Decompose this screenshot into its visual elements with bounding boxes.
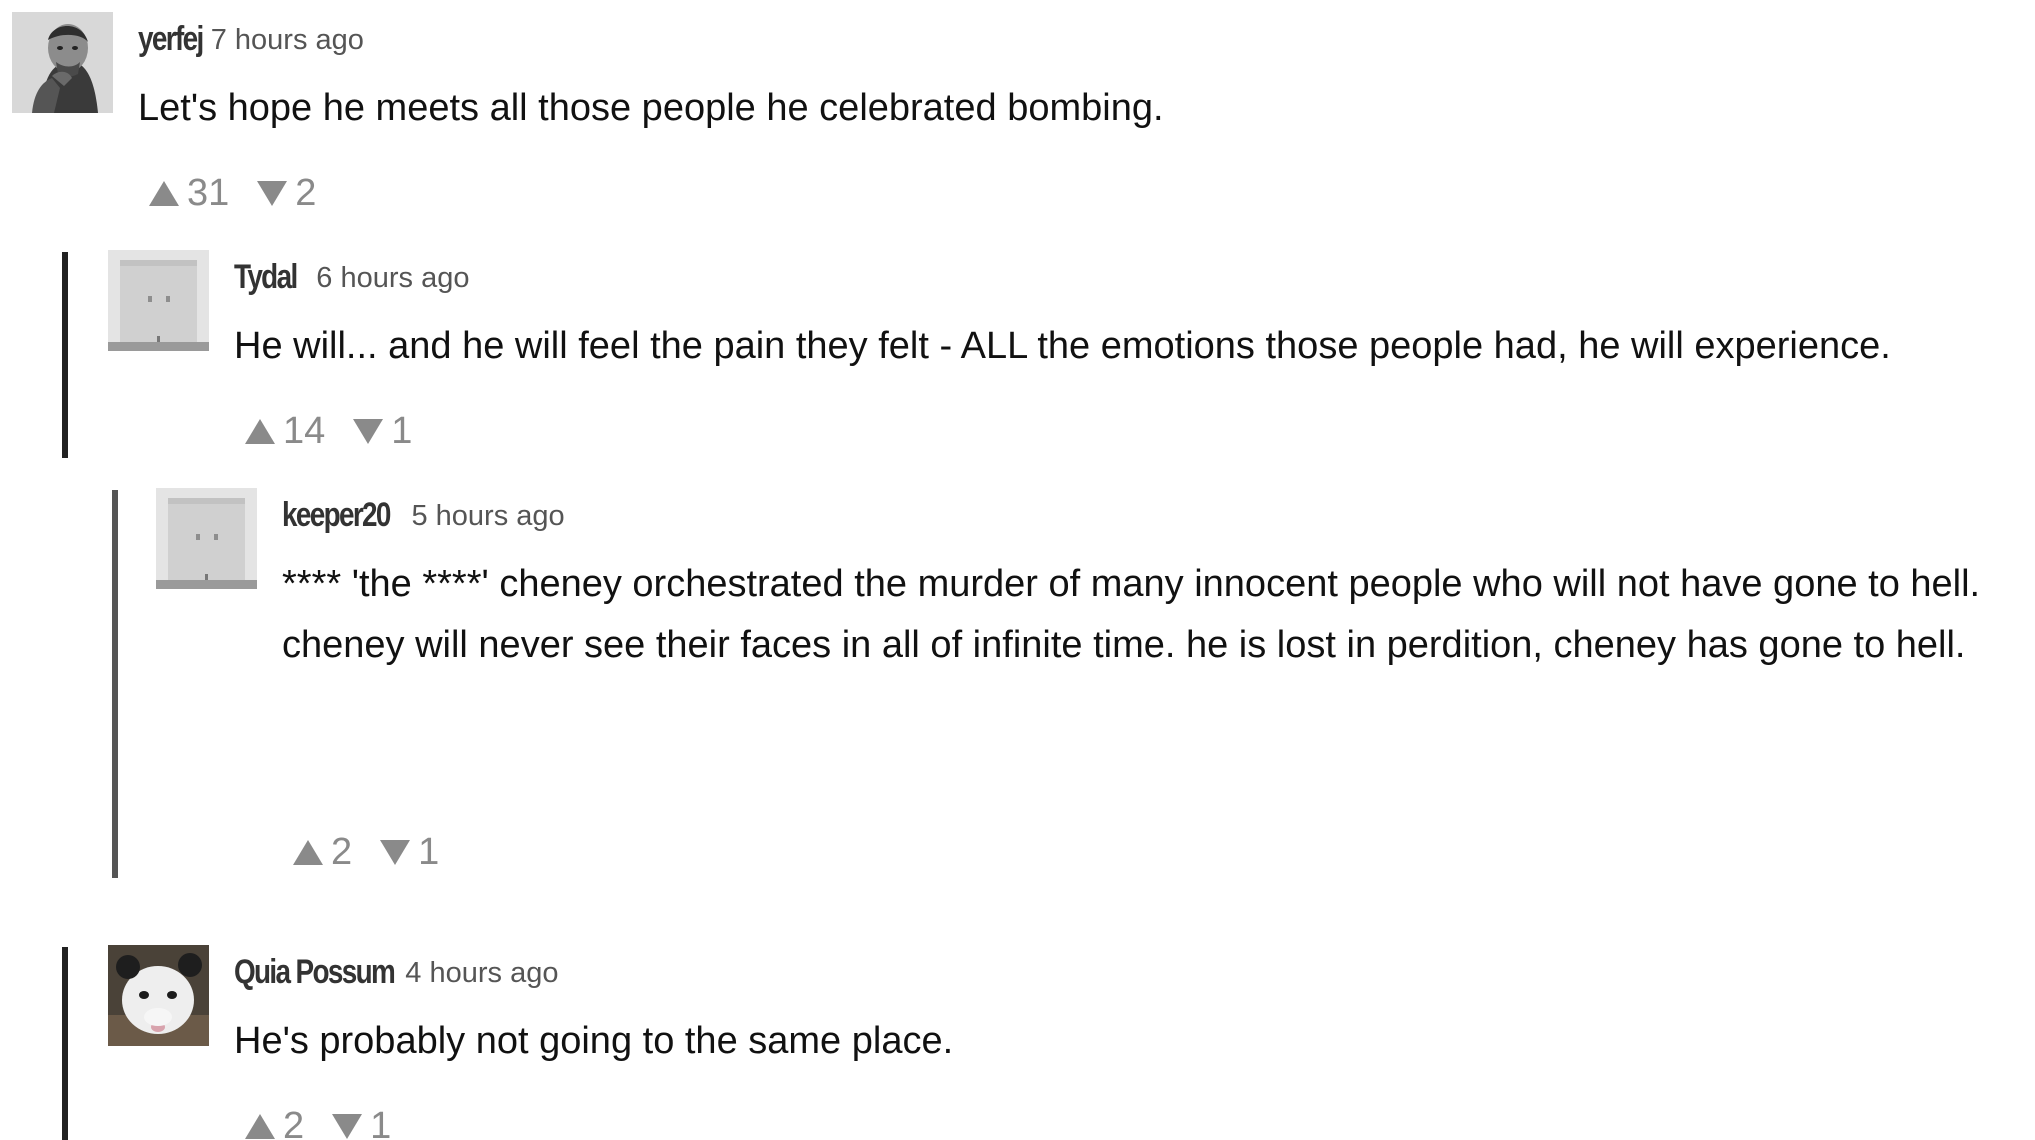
downvote-button[interactable]: 1: [353, 410, 412, 453]
upvote-button[interactable]: 14: [245, 410, 325, 453]
comment-meta: Quia Possum 4 hours ago: [234, 945, 2008, 989]
comment-text: Let's hope he meets all those people he …: [138, 78, 2002, 139]
man-portrait-icon: [12, 12, 113, 113]
avatar[interactable]: [156, 488, 257, 589]
upvote-arrow-icon: [245, 419, 275, 444]
avatar[interactable]: [108, 945, 209, 1046]
downvote-count: 2: [295, 172, 317, 214]
opossum-photo-icon: [108, 945, 209, 1046]
comment-text: He will... and he will feel the pain the…: [234, 316, 2008, 377]
comment-body: yerfej 7 hours ago Let's hope he meets a…: [138, 12, 2002, 139]
thread-indent-bar: [62, 252, 68, 458]
comment-text-line: cheney will never see their faces in all…: [282, 624, 1966, 666]
downvote-arrow-icon: [332, 1114, 363, 1139]
timestamp[interactable]: 5 hours ago: [411, 502, 564, 532]
username[interactable]: Tydal: [234, 260, 298, 294]
vote-bar: 14 1: [245, 410, 412, 453]
comment-text-line: **** 'the ****' cheney orchestrated the …: [282, 563, 1981, 605]
avatar[interactable]: [108, 250, 209, 351]
comment-quia-possum: Quia Possum 4 hours ago He's probably no…: [108, 945, 2008, 1140]
downvote-button[interactable]: 1: [380, 831, 439, 874]
comment-text: He's probably not going to the same plac…: [234, 1011, 2008, 1072]
upvote-button[interactable]: 2: [245, 1105, 304, 1140]
thread-indent-bar: [112, 490, 118, 878]
comment-text-line: He will... and he will feel the pain the…: [234, 325, 1891, 367]
thread-indent-bar: [62, 947, 68, 1140]
comment-body: Quia Possum 4 hours ago He's probably no…: [234, 945, 2008, 1072]
upvote-button[interactable]: 31: [149, 172, 229, 215]
username[interactable]: yerfej: [138, 22, 204, 56]
downvote-count: 1: [391, 410, 413, 452]
comment-tydal: Tydal 6 hours ago He will... and he will…: [108, 250, 2008, 460]
comment-body: Tydal 6 hours ago He will... and he will…: [234, 250, 2008, 377]
downvote-arrow-icon: [257, 181, 288, 206]
comment-body: keeper20 5 hours ago **** 'the ****' che…: [282, 488, 2016, 676]
comment-meta: Tydal 6 hours ago: [234, 250, 2008, 294]
avatar[interactable]: [12, 12, 113, 113]
downvote-arrow-icon: [380, 840, 411, 865]
comment-keeper20: keeper20 5 hours ago **** 'the ****' che…: [156, 488, 2016, 878]
downvote-button[interactable]: 1: [332, 1105, 391, 1140]
downvote-count: 1: [418, 831, 440, 873]
comment-text-line: Let's hope he meets all those people he …: [138, 87, 1164, 129]
upvote-arrow-icon: [149, 181, 179, 206]
downvote-button[interactable]: 2: [257, 172, 316, 215]
downvote-count: 1: [370, 1105, 392, 1140]
timestamp[interactable]: 6 hours ago: [316, 264, 469, 294]
downvote-arrow-icon: [353, 419, 384, 444]
upvote-count: 2: [283, 1105, 305, 1140]
comment-text-line: He's probably not going to the same plac…: [234, 1020, 954, 1062]
paper-bag-face-icon: [156, 488, 257, 589]
comment-meta: yerfej 7 hours ago: [138, 12, 2002, 56]
timestamp[interactable]: 4 hours ago: [405, 959, 558, 989]
upvote-arrow-icon: [293, 840, 323, 865]
comment-text: **** 'the ****' cheney orchestrated the …: [282, 554, 2035, 676]
username[interactable]: Quia Possum: [234, 955, 396, 989]
comment-meta: keeper20 5 hours ago: [282, 488, 2016, 532]
comment-yerfej: yerfej 7 hours ago Let's hope he meets a…: [12, 12, 2002, 222]
vote-bar: 31 2: [149, 172, 316, 215]
upvote-count: 14: [283, 410, 326, 452]
paper-bag-face-icon: [108, 250, 209, 351]
upvote-arrow-icon: [245, 1114, 275, 1139]
username[interactable]: keeper20: [282, 498, 391, 532]
upvote-button[interactable]: 2: [293, 831, 352, 874]
comment-thread: yerfej 7 hours ago Let's hope he meets a…: [0, 0, 2035, 1140]
timestamp[interactable]: 7 hours ago: [211, 26, 364, 56]
upvote-count: 2: [331, 831, 353, 873]
upvote-count: 31: [187, 172, 230, 214]
vote-bar: 2 1: [293, 831, 439, 874]
vote-bar: 2 1: [245, 1105, 391, 1140]
